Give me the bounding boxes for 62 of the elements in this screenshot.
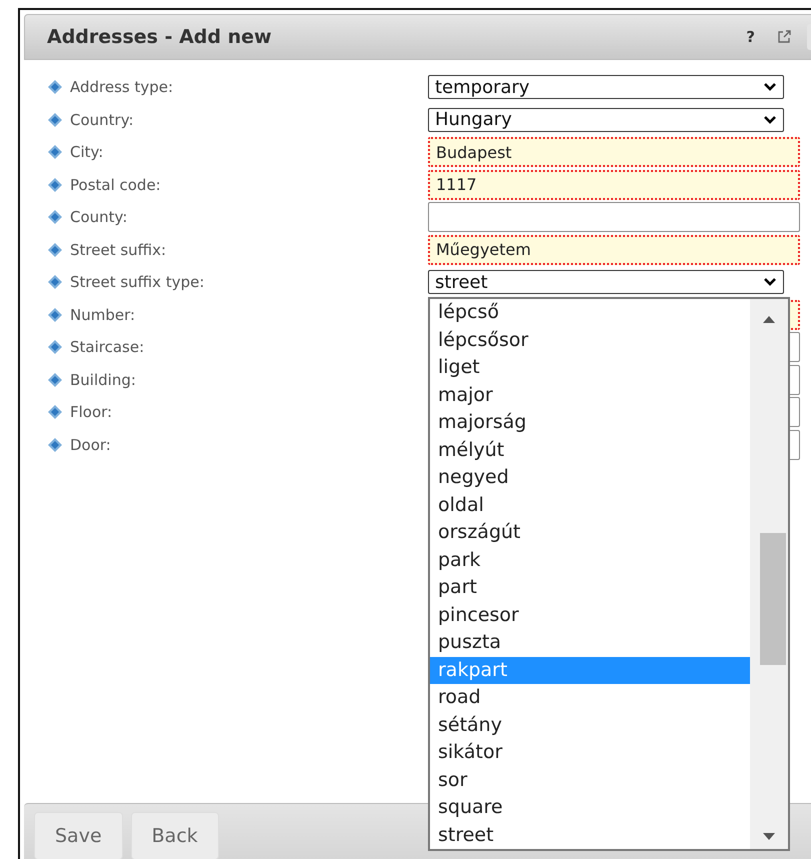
dropdown-option[interactable]: lépcső <box>430 299 750 327</box>
diamond-icon <box>48 178 62 192</box>
dropdown-option[interactable]: square <box>430 794 750 822</box>
diamond-icon <box>48 210 62 224</box>
dropdown-option[interactable]: lépcsősor <box>430 326 750 354</box>
diamond-icon <box>48 340 62 354</box>
help-button[interactable]: ? <box>742 28 759 46</box>
diamond-icon <box>48 275 62 290</box>
text-field[interactable]: Budapest <box>428 137 800 168</box>
dropdown-option[interactable]: street <box>430 822 750 850</box>
dropdown-option[interactable]: oldal <box>430 492 750 520</box>
diamond-icon <box>48 112 62 127</box>
field-label: County: <box>70 208 128 226</box>
text-field[interactable]: Műegyetem <box>428 234 800 265</box>
popout-icon[interactable] <box>777 30 791 44</box>
text-field[interactable] <box>428 202 800 232</box>
scroll-up-icon[interactable] <box>763 315 775 324</box>
field-label: Floor: <box>70 403 114 422</box>
field-label: Street suffix: <box>70 240 168 259</box>
scroll-down-icon[interactable] <box>763 833 775 842</box>
chevron-down-icon <box>763 114 777 125</box>
chevron-down-icon <box>763 82 777 92</box>
dropdown-option[interactable]: sikátor <box>430 739 750 767</box>
field-label: Building: <box>70 370 137 389</box>
diamond-icon <box>48 242 62 257</box>
select-field[interactable]: Hungary <box>428 108 784 132</box>
window-title: Addresses - Add new <box>47 26 273 48</box>
dropdown-option[interactable]: majorság <box>430 409 750 437</box>
diamond-icon <box>48 405 62 420</box>
select-field[interactable]: temporary <box>428 75 784 100</box>
field-label: Postal code: <box>70 176 162 194</box>
field-label: Address type: <box>70 78 174 96</box>
chevron-down-icon <box>763 277 777 288</box>
text-field[interactable]: 1117 <box>428 170 800 200</box>
dropdown-option[interactable]: part <box>430 574 750 602</box>
field-label: Number: <box>70 306 136 324</box>
field-label: Door: <box>70 436 112 454</box>
dropdown-option[interactable]: road <box>430 684 750 712</box>
scrollbar[interactable] <box>750 299 788 850</box>
footer-button[interactable]: Back <box>130 812 219 859</box>
dropdown-option[interactable]: mélyút <box>430 436 750 464</box>
dropdown-option[interactable]: országút <box>430 519 750 547</box>
dropdown-option[interactable]: negyed <box>430 464 750 492</box>
diamond-icon <box>48 145 62 160</box>
diamond-icon <box>48 372 62 387</box>
dropdown-option[interactable]: liget <box>430 354 750 382</box>
diamond-icon <box>48 438 62 452</box>
dropdown-option[interactable]: pincesor <box>430 602 750 630</box>
dropdown-option[interactable]: park <box>430 546 750 574</box>
field-label: Street suffix type: <box>70 273 206 292</box>
select-field[interactable]: street <box>428 270 784 294</box>
field-label: City: <box>70 143 104 162</box>
diamond-icon <box>48 308 62 322</box>
scrollbar-thumb[interactable] <box>760 533 786 666</box>
footer-button[interactable]: Save <box>34 812 123 859</box>
diamond-icon <box>48 80 62 94</box>
dropdown-option[interactable]: sétány <box>430 712 750 740</box>
dropdown-option[interactable]: sor <box>430 766 750 794</box>
field-label: Staircase: <box>70 338 146 356</box>
dropdown-option[interactable]: puszta <box>430 629 750 657</box>
dropdown-option[interactable]: major <box>430 382 750 410</box>
field-label: Country: <box>70 110 135 129</box>
